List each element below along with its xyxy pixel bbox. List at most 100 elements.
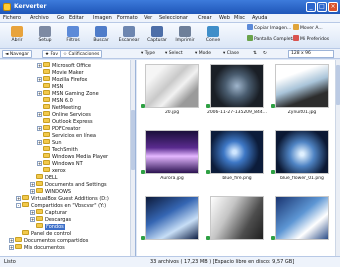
thumbnail-item[interactable]: 20.jpg: [141, 64, 203, 126]
thumbnail-image[interactable]: [210, 130, 264, 174]
menu-item[interactable]: Imagen: [93, 15, 112, 21]
class-dropdown[interactable]: ▾ Clase: [223, 50, 239, 58]
navigate-button[interactable]: ◄ Navegar: [2, 50, 32, 58]
toolbar-button[interactable]: Conve: [200, 25, 226, 47]
thumbnail-item[interactable]: Aurora.jpg: [141, 130, 203, 192]
thumbnail-image[interactable]: [275, 130, 329, 174]
expand-icon[interactable]: +: [30, 189, 35, 194]
menu-item[interactable]: Seleccionar: [159, 15, 188, 21]
shortcut-button[interactable]: Mi Preferidos: [293, 35, 329, 45]
mode-dropdown[interactable]: ▾ Mode: [195, 50, 211, 58]
shortcut-button[interactable]: Pantalla Completa: [247, 35, 295, 45]
menu-item[interactable]: Ayuda: [252, 15, 267, 21]
menu-item[interactable]: Misc: [234, 15, 245, 21]
thumbnail-item[interactable]: 2006-11-27-135209_844...: [206, 64, 268, 126]
thumbnail-item[interactable]: [271, 196, 333, 256]
tree-item[interactable]: + Microsoft Office: [37, 62, 91, 69]
grid-scroll-thumb[interactable]: [336, 65, 340, 105]
tree-item[interactable]: + Descargas: [30, 216, 71, 223]
expand-icon[interactable]: +: [30, 210, 35, 215]
tree-item[interactable]: + Mozilla Firefox: [37, 76, 87, 83]
thumbnail-item[interactable]: [206, 196, 268, 256]
minimize-button[interactable]: _: [306, 2, 316, 12]
tree-item[interactable]: Fondos: [30, 223, 65, 230]
thumbnail-image[interactable]: [210, 196, 264, 240]
tree-item[interactable]: MSN 6.0: [37, 97, 73, 104]
tree-item[interactable]: Windows Media Player: [37, 153, 108, 160]
thumbnail-size-select[interactable]: 128 x 96: [288, 50, 334, 58]
expand-icon[interactable]: +: [37, 161, 42, 166]
tree-item[interactable]: + Online Services: [37, 111, 91, 118]
expand-icon[interactable]: +: [9, 238, 14, 243]
toolbar-button[interactable]: Abrir: [4, 25, 30, 47]
thumbnail-item[interactable]: [141, 196, 203, 256]
menu-item[interactable]: Fichero: [3, 15, 21, 21]
tree-item[interactable]: + Capturar: [30, 209, 67, 216]
maximize-button[interactable]: □: [317, 2, 327, 12]
toolbar-button[interactable]: Imprimir: [172, 25, 198, 47]
tree-item[interactable]: + Windows NT: [37, 160, 83, 167]
thumbnail-image[interactable]: [275, 64, 329, 108]
type-dropdown[interactable]: ▾ Type: [141, 50, 155, 58]
tree-item[interactable]: + PDFCreator: [37, 125, 80, 132]
toolbar-button[interactable]: Filtros: [60, 25, 86, 47]
expand-icon[interactable]: +: [30, 217, 35, 222]
tree-item[interactable]: + Documents and Settings: [30, 181, 107, 188]
thumbnail-image[interactable]: [145, 130, 199, 174]
refresh-icon[interactable]: ↻: [263, 50, 267, 58]
grid-scrollbar[interactable]: [335, 60, 340, 256]
tree-item[interactable]: + Documentos compartidos: [9, 237, 88, 244]
tree-item[interactable]: DELL: [30, 174, 58, 181]
shortcut-button[interactable]: Copiar Imagen...: [247, 24, 291, 34]
toolbar-button[interactable]: Escanear: [116, 25, 142, 47]
thumbnail-item[interactable]: Zynuit01.jpg: [271, 64, 333, 126]
expand-icon[interactable]: +: [37, 112, 42, 117]
tree-item[interactable]: TechSmith: [37, 146, 78, 153]
folder-tree[interactable]: + Microsoft Office Movie Maker + Mozilla Fir…: [0, 60, 136, 256]
close-button[interactable]: ×: [328, 2, 338, 12]
tree-item[interactable]: + Mis documentos: [9, 244, 65, 251]
select-dropdown[interactable]: ▾ Select: [165, 50, 183, 58]
tree-item[interactable]: Servicios en línea: [37, 132, 96, 139]
tree-item[interactable]: NetMeeting: [37, 104, 81, 111]
favorites-button[interactable]: ★ Fav: [42, 50, 62, 58]
tree-item[interactable]: + Sun: [37, 139, 62, 146]
tree-item[interactable]: Outlook Express: [37, 118, 93, 125]
toolbar-button[interactable]: Capturar: [144, 25, 170, 47]
tree-item[interactable]: Panel de control: [16, 230, 71, 237]
menu-item[interactable]: Archivo: [30, 15, 49, 21]
menu-item[interactable]: Web: [219, 15, 230, 21]
tree-item[interactable]: xerox: [37, 167, 66, 174]
toolbar-button[interactable]: Setup: [32, 25, 58, 47]
thumbnail-image[interactable]: [145, 64, 199, 108]
toolbar-button[interactable]: Buscar: [88, 25, 114, 47]
expand-icon[interactable]: +: [9, 245, 14, 250]
sort-icon[interactable]: ⇅: [253, 50, 257, 58]
menu-item[interactable]: Crear: [198, 15, 212, 21]
menu-item[interactable]: Go: [57, 15, 64, 21]
thumbnail-item[interactable]: blue_flower_01.png: [271, 130, 333, 192]
tree-item[interactable]: - Compartidos en "Vbscvsr" (Y:): [16, 202, 106, 209]
collapse-icon[interactable]: -: [16, 203, 21, 208]
thumbnail-image[interactable]: [210, 64, 264, 108]
expand-icon[interactable]: +: [30, 182, 35, 187]
expand-icon[interactable]: +: [37, 140, 42, 145]
tree-item[interactable]: MSN: [37, 83, 63, 90]
tree-scroll-thumb[interactable]: [131, 110, 135, 170]
tree-scrollbar[interactable]: [130, 60, 135, 256]
tree-item[interactable]: + VirtualBox Guest Additions (D:): [16, 195, 109, 202]
tree-item[interactable]: + MSN Gaming Zone: [37, 90, 99, 97]
menu-item[interactable]: Editar: [69, 15, 84, 21]
expand-icon[interactable]: +: [37, 91, 42, 96]
expand-icon[interactable]: +: [37, 63, 42, 68]
menu-item[interactable]: Ver: [144, 15, 152, 21]
expand-icon[interactable]: +: [16, 196, 21, 201]
thumbnail-image[interactable]: [145, 196, 199, 240]
thumbnail-image[interactable]: [275, 196, 329, 240]
ratings-button[interactable]: ☆ Calificaciones: [60, 50, 103, 58]
tree-item[interactable]: + WINDOWS: [30, 188, 71, 195]
menu-item[interactable]: Formato: [117, 15, 138, 21]
expand-icon[interactable]: +: [37, 77, 42, 82]
thumbnail-item[interactable]: blue_fire.png: [206, 130, 268, 192]
tree-item[interactable]: Movie Maker: [37, 69, 84, 76]
